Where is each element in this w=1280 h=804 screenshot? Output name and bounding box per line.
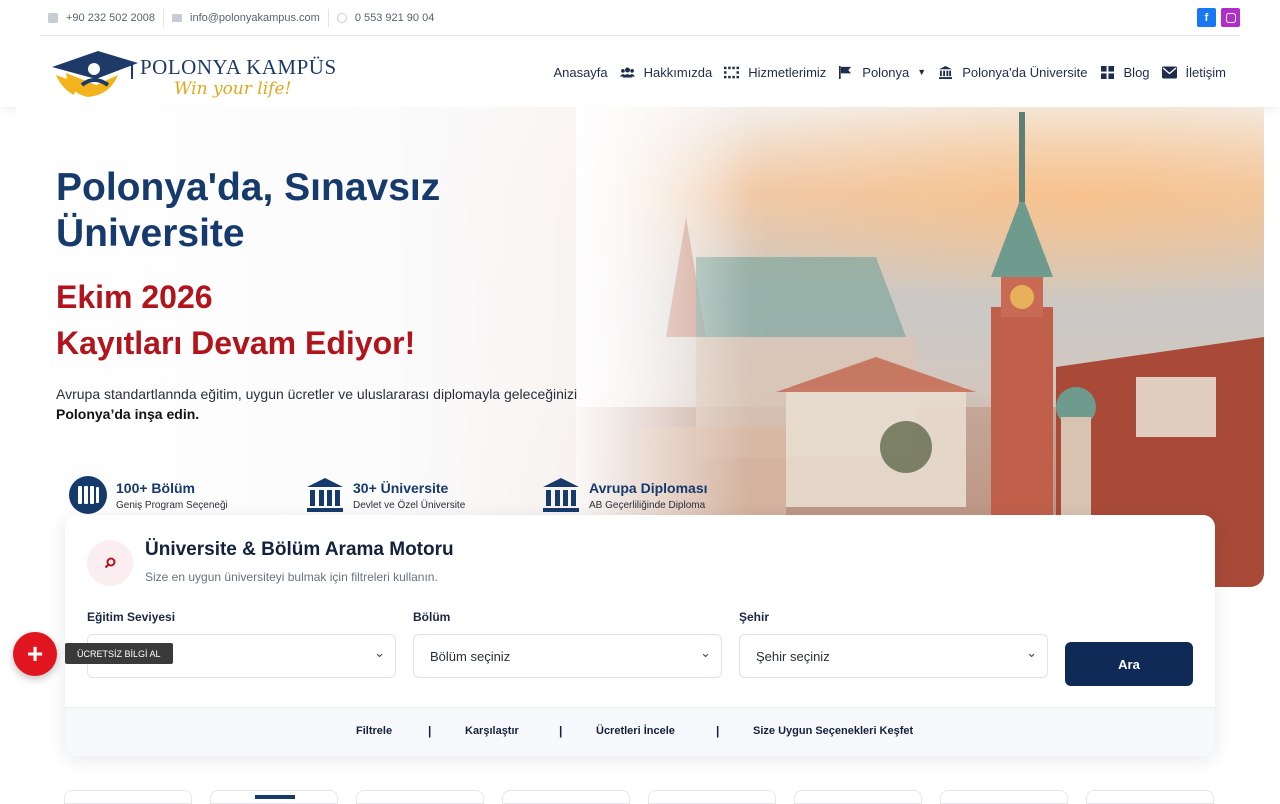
hero-subtitle-date: Ekim 2026 [56, 279, 213, 315]
department-label: Bölüm [413, 610, 451, 624]
nav-item-label: Polonya'da Üniversite [962, 64, 1088, 80]
hero-title-line2: Üniversite [56, 212, 245, 255]
feature-title: Avrupa Diploması [589, 479, 708, 496]
book-columns-icon [69, 476, 107, 514]
whatsapp-icon [336, 12, 347, 23]
nav-item-hakkimizda[interactable]: Hakkımızda [619, 64, 713, 80]
email-contact[interactable]: info@polonyakampus.com [163, 8, 328, 27]
phone-icon [48, 12, 58, 23]
feature-departments: 100+ Bölüm Geniş Program Seçeneği [68, 475, 228, 515]
bottom-tab[interactable] [64, 790, 192, 804]
bottom-tab[interactable] [648, 790, 776, 804]
nav-item-label: Hizmetlerimiz [748, 64, 827, 80]
chevron-down-icon: ▼ [917, 67, 927, 77]
whatsapp-contact[interactable]: 0 553 921 90 04 [327, 8, 443, 27]
institution-icon [543, 478, 579, 512]
users-icon [619, 67, 635, 77]
bottom-tab[interactable] [502, 790, 630, 804]
hero-subtitle-registration: Kayıtları Devam Ediyor! [56, 325, 416, 361]
nav-item-hizmetlerimiz[interactable]: Hizmetlerimiz [724, 65, 826, 80]
nav-item-label: Blog [1123, 64, 1150, 80]
main-nav: Anasayfa Hakkımızda Hizmetlerimiz Polony… [541, 37, 1226, 107]
hero-title-line1: Polonya'da, Sınavsız [56, 166, 441, 209]
free-info-fab-button[interactable]: + [13, 632, 57, 676]
logo-name: POLONYA KAMPÜS [140, 55, 337, 79]
bottom-tab[interactable] [940, 790, 1068, 804]
whatsapp-text: 0 553 921 90 04 [354, 11, 435, 24]
feature-title: 30+ Üniversite [353, 479, 449, 496]
search-icon-badge [87, 540, 133, 586]
hero-description-bold: Polonya’da inşa edin. [56, 406, 200, 422]
feature-subtitle: AB Geçerliliğinde Diploma [589, 499, 706, 511]
nav-item-polonya[interactable]: Polonya ▼ [838, 65, 926, 80]
logo-slogan: Win your life! [174, 79, 292, 99]
feature-subtitle: Geniş Program Seçeneği [116, 499, 228, 511]
bottom-tab[interactable] [794, 790, 922, 804]
phone-text: +90 232 502 2008 [66, 11, 156, 24]
city-label: Şehir [739, 610, 770, 624]
university-icon [939, 65, 953, 79]
education-level-label: Eğitim Seviyesi [87, 610, 176, 624]
feature-universities: 30+ Üniversite Devlet ve Özel Üniversite [305, 475, 465, 515]
nav-item-blog[interactable]: Blog [1100, 65, 1150, 80]
envelope-icon [1161, 66, 1177, 78]
hero-description: Avrupa standartlannda eğitim, uygun ücre… [56, 384, 616, 424]
feature-title: 100+ Bölüm [116, 479, 195, 496]
link-separator: | [716, 724, 720, 738]
search-title: Üniversite & Bölüm Arama Motoru [145, 539, 454, 560]
flag-icon [839, 65, 852, 79]
blog-grid-icon [1100, 65, 1114, 79]
graduation-cap-logo-icon [52, 51, 138, 97]
logo[interactable]: POLONYA KAMPÜS Win your life! [48, 43, 336, 101]
hero-title: Polonya'da, Sınavsız Üniversite [56, 165, 440, 257]
feature-diploma: Avrupa Diploması AB Geçerliliğinde Diplo… [541, 475, 708, 515]
nav-item-label: İletişim [1185, 64, 1226, 80]
search-button[interactable]: Ara [1065, 642, 1193, 686]
nav-item-iletisim[interactable]: İletişim [1161, 64, 1226, 80]
top-bar: +90 232 502 2008 info@polonyakampus.com … [40, 0, 1240, 36]
search-footer-links: Filtrele | Karşılaştır | Ücretleri İncel… [65, 707, 1215, 756]
active-tab-indicator [255, 795, 295, 799]
facebook-icon[interactable]: f [1197, 8, 1216, 27]
mail-icon [172, 13, 183, 22]
nav-item-universite[interactable]: Polonya'da Üniversite [938, 64, 1088, 80]
department-select[interactable]: Bölüm seçiniz [413, 634, 722, 678]
hero-description-text: Avrupa standartlannda eğitim, uygun ücre… [56, 386, 578, 402]
discover-options-link[interactable]: Size Uygun Seçenekleri Keşfet [753, 725, 913, 737]
free-info-tooltip[interactable]: ÜCRETSİZ BİLGİ AL [65, 643, 173, 664]
bottom-tab[interactable] [1086, 790, 1214, 804]
grid-dots-icon [724, 66, 740, 78]
nav-item-label: Anasayfa [553, 64, 608, 80]
city-select[interactable]: Şehir seçiniz [739, 634, 1048, 678]
instagram-icon[interactable] [1221, 8, 1240, 27]
search-card: Üniversite & Bölüm Arama Motoru Size en … [65, 515, 1215, 756]
fees-link[interactable]: Ücretleri İncele [596, 725, 675, 737]
compare-link[interactable]: Karşılaştır [465, 725, 519, 737]
email-text: info@polonyakampus.com [190, 11, 320, 24]
nav-item-anasayfa[interactable]: Anasayfa [553, 65, 607, 80]
link-separator: | [428, 724, 432, 738]
nav-item-label: Polonya [862, 64, 910, 80]
nav-item-label: Hakkımızda [643, 64, 713, 80]
site-header: POLONYA KAMPÜS Win your life! Anasayfa H… [0, 37, 1280, 107]
filter-link[interactable]: Filtrele [356, 725, 392, 737]
link-separator: | [559, 724, 563, 738]
social-links: f [1197, 8, 1240, 27]
bottom-tab[interactable] [356, 790, 484, 804]
search-icon [104, 557, 116, 569]
phone-contact[interactable]: +90 232 502 2008 [40, 9, 163, 27]
university-icon [307, 478, 343, 512]
feature-subtitle: Devlet ve Özel Üniversite [353, 499, 466, 511]
search-subtitle: Size en uygun üniversiteyi bulmak için f… [145, 570, 438, 584]
